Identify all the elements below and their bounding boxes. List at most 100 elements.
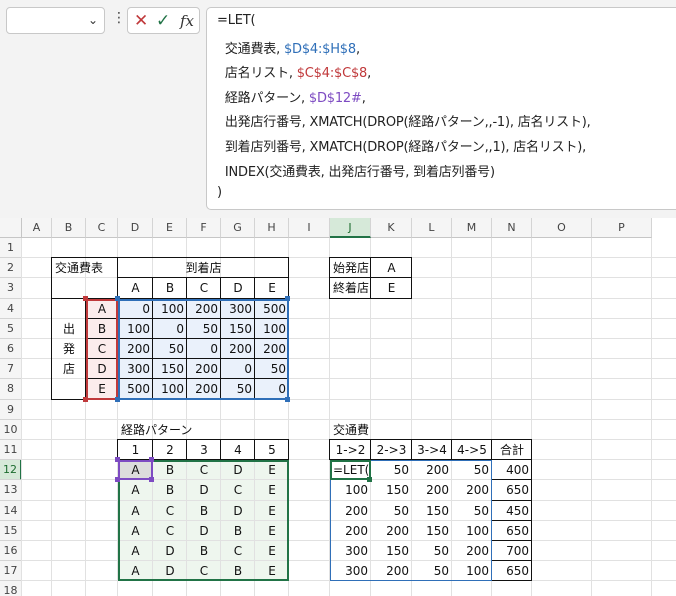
cell-l11[interactable]: 3->4 — [412, 440, 452, 460]
cell-g16[interactable]: C — [221, 541, 255, 561]
column-header-g[interactable]: G — [221, 218, 255, 238]
cell-n12[interactable]: 400 — [492, 460, 532, 480]
cell-d13[interactable]: A — [118, 480, 153, 500]
insert-function-icon[interactable]: fx — [180, 12, 194, 30]
row-header-9[interactable]: 9 — [0, 399, 22, 420]
column-header-d[interactable]: D — [118, 218, 153, 238]
cell-g12[interactable]: D — [221, 460, 255, 480]
cell-h6[interactable]: 200 — [255, 339, 289, 359]
cell-e6[interactable]: 50 — [153, 339, 187, 359]
column-header-o[interactable]: O — [532, 218, 592, 238]
cell-j2[interactable]: 始発店 — [330, 258, 371, 278]
row-header-16[interactable]: 16 — [0, 541, 22, 562]
cell-d3[interactable]: A — [118, 278, 153, 298]
cell-c7[interactable]: D — [86, 359, 118, 379]
cell-j16[interactable]: 300 — [330, 541, 371, 561]
cell-m11[interactable]: 4->5 — [452, 440, 492, 460]
column-header-n[interactable]: N — [492, 218, 532, 238]
cell-c5[interactable]: B — [86, 319, 118, 339]
cell-g11[interactable]: 4 — [221, 440, 255, 460]
cell-g3[interactable]: D — [221, 278, 255, 298]
cell-f4[interactable]: 200 — [187, 299, 221, 319]
row-header-8[interactable]: 8 — [0, 379, 22, 400]
column-header-k[interactable]: K — [371, 218, 412, 238]
cell-f15[interactable]: D — [187, 521, 221, 541]
cell-d10[interactable]: 経路パターン — [118, 420, 192, 440]
cell-b6[interactable]: 発 — [52, 339, 86, 359]
cell-k12[interactable]: 50 — [371, 460, 412, 480]
cell-e15[interactable]: C — [153, 521, 187, 541]
cell-e5[interactable]: 0 — [153, 319, 187, 339]
cell-g13[interactable]: C — [221, 480, 255, 500]
cell-e3[interactable]: B — [153, 278, 187, 298]
cell-b2[interactable]: 交通費表 — [52, 258, 103, 278]
cell-j15[interactable]: 200 — [330, 521, 371, 541]
row-header-1[interactable]: 1 — [0, 238, 22, 259]
cell-d11[interactable]: 1 — [118, 440, 153, 460]
cell-g8[interactable]: 50 — [221, 379, 255, 399]
cell-l14[interactable]: 150 — [412, 501, 452, 521]
cell-l12[interactable]: 200 — [412, 460, 452, 480]
row-header-18[interactable]: 18 — [0, 581, 22, 596]
cell-n13[interactable]: 650 — [492, 480, 532, 500]
cell-d12[interactable]: A — [118, 460, 153, 480]
cell-d15[interactable]: A — [118, 521, 153, 541]
cell-c4[interactable]: A — [86, 299, 118, 319]
cell-k2[interactable]: A — [371, 258, 412, 278]
row-header-12[interactable]: 12 — [0, 460, 22, 481]
cell-h12[interactable]: E — [255, 460, 289, 480]
cell-b5[interactable]: 出 — [52, 319, 86, 339]
column-header-f[interactable]: F — [187, 218, 221, 238]
column-header-j[interactable]: J — [330, 218, 371, 238]
cell-n16[interactable]: 700 — [492, 541, 532, 561]
cell-d5[interactable]: 100 — [118, 319, 153, 339]
chevron-down-icon[interactable]: ⌄ — [88, 13, 98, 27]
cell-b7[interactable]: 店 — [52, 359, 86, 379]
row-header-4[interactable]: 4 — [0, 298, 22, 319]
cell-g5[interactable]: 150 — [221, 319, 255, 339]
row-header-6[interactable]: 6 — [0, 339, 22, 360]
cell-e13[interactable]: B — [153, 480, 187, 500]
column-header-m[interactable]: M — [452, 218, 492, 238]
cell-f6[interactable]: 0 — [187, 339, 221, 359]
cell-l15[interactable]: 150 — [412, 521, 452, 541]
cell-d14[interactable]: A — [118, 501, 153, 521]
column-header-l[interactable]: L — [412, 218, 452, 238]
row-header-11[interactable]: 11 — [0, 440, 22, 461]
cell-f3[interactable]: C — [187, 278, 221, 298]
cell-f8[interactable]: 200 — [187, 379, 221, 399]
more-options-icon[interactable]: ⋮ — [112, 10, 126, 26]
cell-d6[interactable]: 200 — [118, 339, 153, 359]
row-header-15[interactable]: 15 — [0, 520, 22, 541]
cell-j13[interactable]: 100 — [330, 480, 371, 500]
row-header-14[interactable]: 14 — [0, 500, 22, 521]
cell-f11[interactable]: 3 — [187, 440, 221, 460]
row-header-10[interactable]: 10 — [0, 419, 22, 440]
cell-l17[interactable]: 50 — [412, 561, 452, 581]
cell-h15[interactable]: E — [255, 521, 289, 541]
cell-g4[interactable]: 300 — [221, 299, 255, 319]
cell-g14[interactable]: D — [221, 501, 255, 521]
column-header-b[interactable]: B — [52, 218, 86, 238]
cell-l13[interactable]: 200 — [412, 480, 452, 500]
cell-e8[interactable]: 100 — [153, 379, 187, 399]
cell-h7[interactable]: 50 — [255, 359, 289, 379]
cell-d8[interactable]: 500 — [118, 379, 153, 399]
cell-j10[interactable]: 交通費 — [330, 420, 371, 440]
cell-m16[interactable]: 200 — [452, 541, 492, 561]
cell-h13[interactable]: E — [255, 480, 289, 500]
cell-f14[interactable]: B — [187, 501, 221, 521]
cell-j12[interactable]: =LET( — [330, 460, 371, 480]
cell-f5[interactable]: 50 — [187, 319, 221, 339]
cell-n14[interactable]: 450 — [492, 501, 532, 521]
cell-n17[interactable]: 650 — [492, 561, 532, 581]
cell-j11[interactable]: 1->2 — [330, 440, 371, 460]
enter-icon[interactable]: ✓ — [156, 11, 170, 31]
name-box[interactable]: ⌄ — [6, 7, 105, 34]
cell-f16[interactable]: B — [187, 541, 221, 561]
cell-g7[interactable]: 0 — [221, 359, 255, 379]
cell-h8[interactable]: 0 — [255, 379, 289, 399]
cell-h11[interactable]: 5 — [255, 440, 289, 460]
row-header-17[interactable]: 17 — [0, 561, 22, 582]
cell-e17[interactable]: D — [153, 561, 187, 581]
